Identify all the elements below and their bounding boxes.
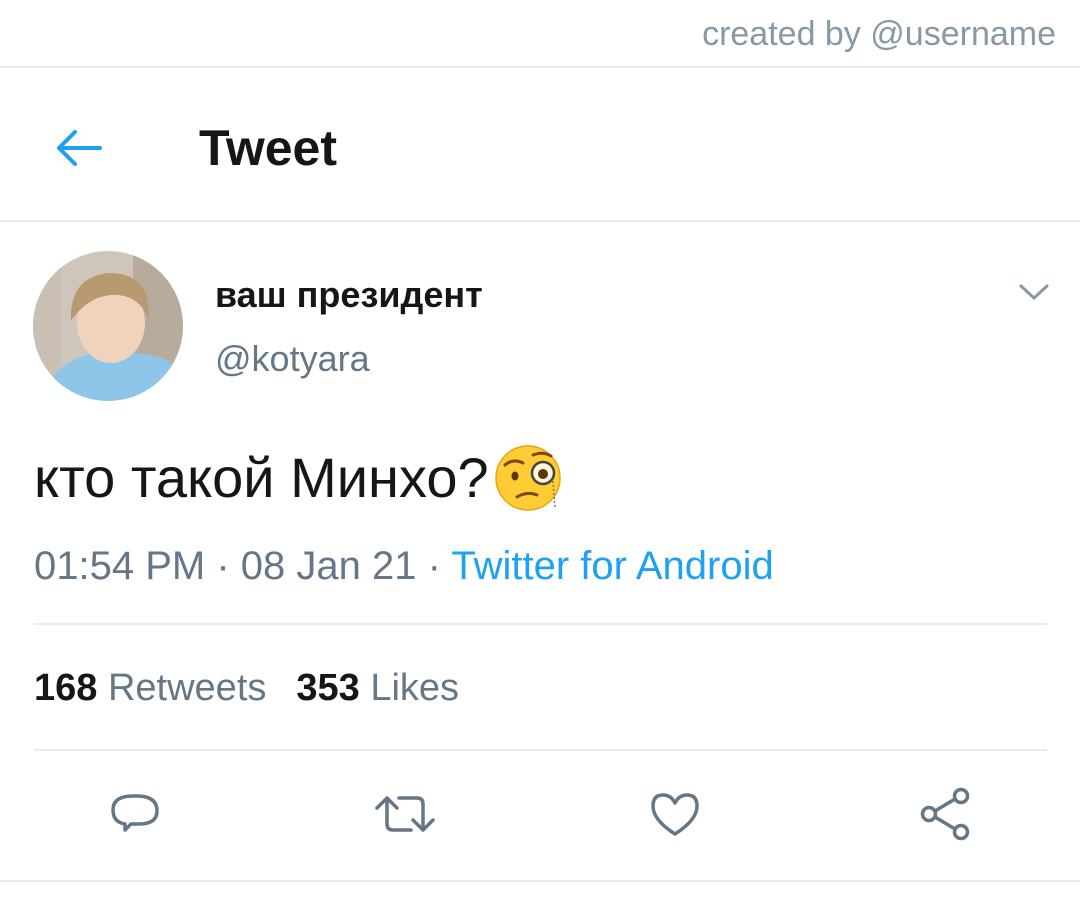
retweets-stat[interactable]: 168 Retweets (34, 667, 266, 709)
like-button[interactable] (643, 782, 707, 846)
tweet-options-button[interactable] (1012, 276, 1056, 308)
arrow-left-icon (57, 130, 102, 166)
watermark: created by @username (702, 15, 1056, 53)
user-handle[interactable]: @kotyara (215, 336, 370, 382)
reply-button[interactable] (103, 782, 167, 846)
divider (0, 220, 1080, 222)
likes-label: Likes (370, 667, 460, 709)
tweet-text-content: кто такой Минхо? (34, 446, 489, 509)
retweet-button[interactable] (373, 782, 437, 846)
divider (34, 623, 1047, 625)
meta-separator: · (427, 544, 441, 588)
tweet-text: кто такой Минхо? (34, 442, 563, 514)
likes-stat[interactable]: 353 Likes (296, 667, 459, 709)
back-button[interactable] (48, 118, 108, 178)
tweet-date: 08 Jan 21 (240, 544, 417, 588)
page-title: Tweet (199, 120, 337, 176)
tweet-source-link[interactable]: Twitter for Android (451, 544, 773, 588)
display-name[interactable]: ваш президент (215, 272, 483, 318)
retweet-icon (375, 796, 435, 832)
avatar-photo (33, 251, 183, 401)
meta-separator: · (216, 544, 230, 588)
divider (34, 749, 1047, 751)
share-button[interactable] (913, 782, 977, 846)
divider (0, 880, 1080, 882)
tweet-meta: 01:54 PM · 08 Jan 21 · Twitter for Andro… (34, 540, 774, 592)
share-icon (920, 787, 970, 841)
chevron-down-icon (1019, 284, 1049, 300)
retweets-count: 168 (34, 667, 98, 709)
divider (0, 66, 1080, 68)
face-with-monocle-icon (493, 443, 563, 513)
retweets-label: Retweets (107, 667, 267, 709)
avatar[interactable] (33, 251, 183, 401)
reply-icon (111, 794, 159, 832)
like-icon (651, 793, 699, 836)
tweet-time: 01:54 PM (34, 544, 206, 588)
tweet-stats: 168 Retweets 353 Likes (34, 664, 459, 712)
likes-count: 353 (296, 667, 360, 709)
